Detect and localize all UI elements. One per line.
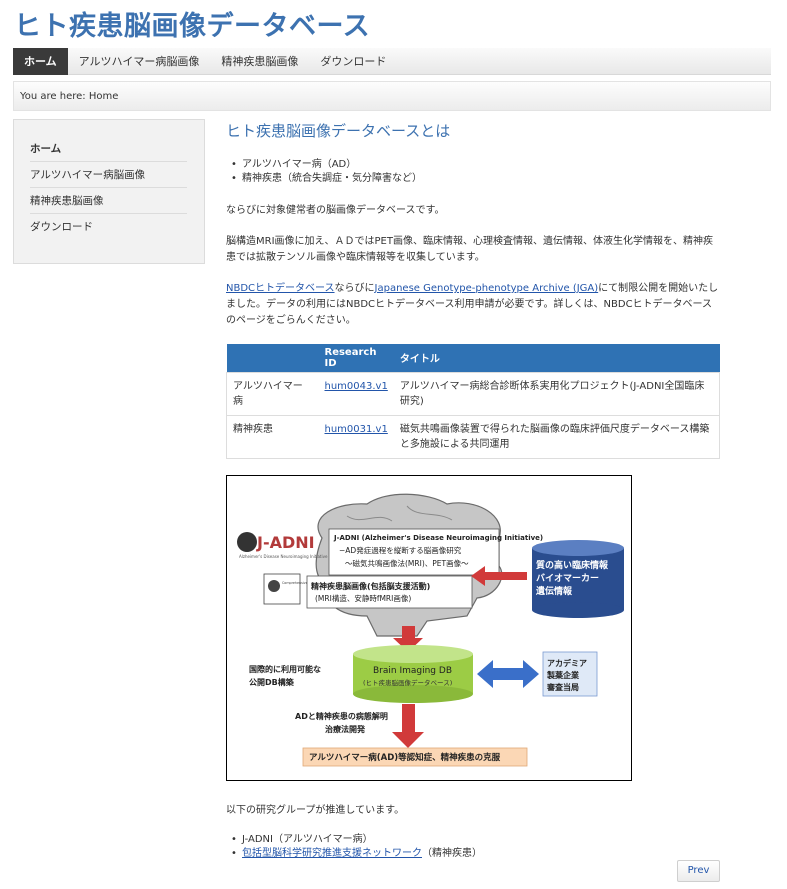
column-header-disease: [226, 344, 319, 372]
jadni-box-line1: −AD発症過程を縦断する脳画像研究: [339, 545, 462, 555]
cbsn-logo-mark: [268, 579, 280, 592]
nav-home[interactable]: ホーム: [13, 48, 68, 75]
list-item: アルツハイマー病（AD）: [226, 158, 720, 172]
down-note-line2: 治療法開発: [325, 724, 366, 734]
main-content: ヒト疾患脳画像データベースとは アルツハイマー病（AD） 精神疾患（統合失調症・…: [226, 120, 720, 878]
table-header-row: Research ID タイトル: [226, 344, 720, 372]
main-nav: ホーム アルツハイマー病脳画像 精神疾患脳画像 ダウンロード: [13, 48, 771, 75]
down-note-line1: ADと精神疾患の病態解明: [295, 711, 388, 721]
list-item-cbsn: 包括型脳科学研究推進支援ネットワーク（精神疾患）: [226, 847, 720, 861]
jadni-logo: J-ADNI: [256, 533, 315, 552]
intro-paragraph: ならびに対象健常者の脳画像データベースです。: [226, 205, 445, 216]
column-header-title: タイトル: [393, 344, 720, 372]
cell-research-id: hum0031.v1: [318, 414, 394, 459]
sidebar-item-home[interactable]: ホーム: [30, 136, 187, 162]
db-cylinder-top: [353, 644, 473, 663]
jadni-logo-mark: [237, 531, 257, 552]
psychiatric-box-subtitle: (MRI構造、安静時fMRI画像): [315, 593, 411, 603]
users-line3: 審査当局: [546, 682, 579, 692]
disease-list: アルツハイマー病（AD） 精神疾患（統合失調症・気分障害など）: [226, 158, 720, 186]
db-subtitle: (ヒト疾患脳画像データベース): [363, 678, 452, 687]
cell-disease: アルツハイマー病: [226, 371, 319, 416]
cell-title: アルツハイマー病総合診断体系実用化プロジェクト(J-ADNI全国臨床研究): [393, 371, 720, 416]
clinical-info-cylinder-bottom: [532, 601, 624, 618]
psychiatric-box-title: 精神疾患脳画像(包括脳支援活動): [311, 581, 430, 591]
groups-intro: 以下の研究グループが推進しています。: [226, 804, 405, 816]
users-line2: 製薬企業: [546, 670, 580, 680]
cbsn-link[interactable]: 包括型脳科学研究推進支援ネットワーク: [242, 848, 422, 859]
clinical-info-cylinder-top: [532, 539, 624, 556]
jga-link[interactable]: Japanese Genotype-phenotype Archive (JGA…: [375, 283, 599, 294]
breadcrumb: You are here: Home: [13, 81, 771, 111]
sidebar: ホーム アルツハイマー病脳画像 精神疾患脳画像 ダウンロード: [13, 119, 205, 264]
table-row: アルツハイマー病 hum0043.v1 アルツハイマー病総合診断体系実用化プロジ…: [226, 371, 720, 416]
psychiatric-box: [306, 575, 473, 608]
sidebar-item-psychiatric[interactable]: 精神疾患脳画像: [30, 188, 187, 214]
users-arrow: [477, 659, 539, 688]
db-cylinder-bottom: [353, 684, 473, 703]
clinical-info-line2: バイオマーカー: [536, 573, 599, 584]
jadni-logo-subtitle: Alzheimer's Disease Neuroimaging Initiat…: [239, 554, 328, 559]
nav-alzheimer[interactable]: アルツハイマー病脳画像: [68, 48, 211, 75]
cell-disease: 精神疾患: [226, 414, 319, 459]
cell-title: 磁気共鳴画像装置で得られた脳画像の臨床評価尺度データベース構築と多施設による共同…: [393, 414, 720, 459]
jadni-box-line2: 〜磁気共鳴画像法(MRI)、PET画像〜: [345, 558, 469, 568]
paragraph-text: ならびに: [334, 283, 375, 294]
down-arrow-bottom: [392, 703, 424, 748]
users-line1: アカデミア: [547, 658, 587, 668]
list-item-jadni: J-ADNI（アルツハイマー病）: [226, 833, 720, 847]
overview-diagram: J-ADNI Alzheimer's Disease Neuroimaging …: [226, 474, 632, 781]
sidebar-item-download[interactable]: ダウンロード: [30, 214, 187, 240]
description-paragraph: 脳構造MRI画像に加え、ＡＤではPET画像、臨床情報、心理検査情報、遺伝情報、体…: [226, 236, 713, 263]
jadni-box-title: J-ADNI (Alzheimer's Disease Neuroimaging…: [333, 534, 543, 542]
site-title: ヒト疾患脳画像データベース: [14, 11, 371, 42]
prev-button[interactable]: Prev: [677, 860, 720, 882]
group-list: J-ADNI（アルツハイマー病） 包括型脳科学研究推進支援ネットワーク（精神疾患…: [226, 833, 720, 861]
nav-psychiatric[interactable]: 精神疾患脳画像: [210, 48, 309, 75]
access-paragraph: NBDCヒトデータベースならびにJapanese Genotype-phenot…: [226, 281, 720, 329]
db-title: Brain Imaging DB: [373, 666, 452, 676]
research-id-link[interactable]: hum0043.v1: [325, 381, 388, 392]
list-item: 精神疾患（統合失調症・気分障害など）: [226, 172, 720, 186]
research-table: Research ID タイトル アルツハイマー病 hum0043.v1 アルツ…: [226, 344, 720, 459]
research-id-link[interactable]: hum0031.v1: [325, 424, 388, 435]
clinical-info-line1: 質の高い臨床情報: [536, 559, 609, 571]
nav-download[interactable]: ダウンロード: [309, 48, 397, 75]
page-heading: ヒト疾患脳画像データベースとは: [226, 122, 451, 140]
list-item-suffix: （精神疾患）: [422, 847, 482, 859]
left-note-line1: 国際的に利用可能な: [249, 664, 321, 674]
left-note-line2: 公開DB構築: [249, 677, 295, 687]
sidebar-item-alzheimer[interactable]: アルツハイマー病脳画像: [30, 162, 187, 188]
cell-research-id: hum0043.v1: [318, 371, 394, 416]
clinical-info-line3: 遺伝情報: [535, 585, 573, 597]
nbdc-link[interactable]: NBDCヒトデータベース: [226, 283, 335, 294]
goal-text: アルツハイマー病(AD)等認知症、精神疾患の克服: [309, 752, 501, 763]
column-header-research-id: Research ID: [318, 344, 394, 372]
table-row: 精神疾患 hum0031.v1 磁気共鳴画像装置で得られた脳画像の臨床評価尺度デ…: [226, 414, 720, 459]
